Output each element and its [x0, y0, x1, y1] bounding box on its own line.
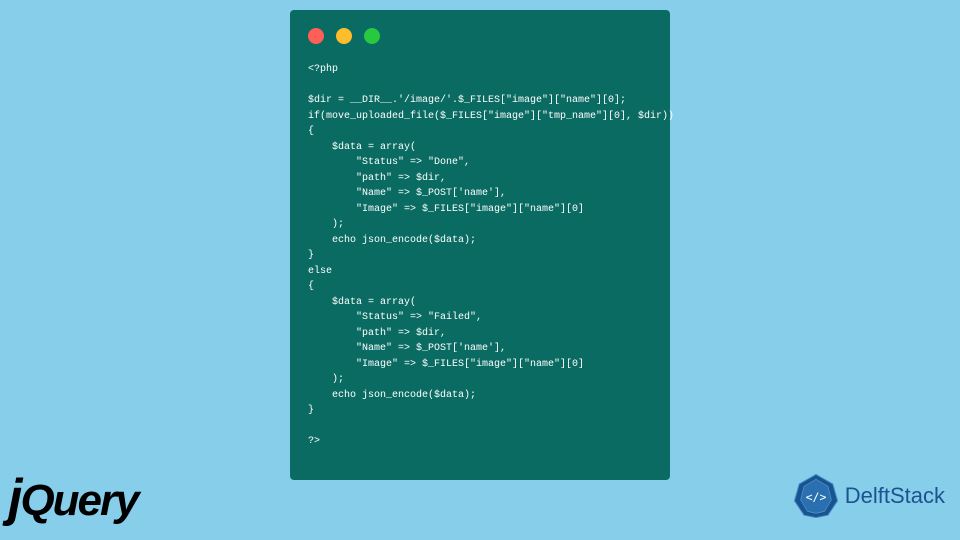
code-line: }	[308, 250, 314, 261]
code-line: {	[308, 126, 314, 137]
code-line: $data = array(	[308, 297, 416, 308]
code-line: );	[308, 374, 344, 385]
code-line: if(move_uploaded_file($_FILES["image"]["…	[308, 111, 674, 122]
delftstack-icon: </>	[792, 472, 840, 520]
code-line: {	[308, 281, 314, 292]
close-dot	[308, 28, 324, 44]
code-line: "Status" => "Done",	[308, 157, 470, 168]
code-line: <?php	[308, 64, 338, 75]
minimize-dot	[336, 28, 352, 44]
code-line: "Status" => "Failed",	[308, 312, 482, 323]
code-content: <?php $dir = __DIR__.'/image/'.$_FILES["…	[308, 62, 652, 450]
code-line: "path" => $dir,	[308, 328, 446, 339]
jquery-logo: jQuery	[8, 468, 138, 528]
window-controls	[308, 28, 652, 44]
code-line: echo json_encode($data);	[308, 235, 476, 246]
code-window: <?php $dir = __DIR__.'/image/'.$_FILES["…	[290, 10, 670, 480]
code-line: "Name" => $_POST['name'],	[308, 343, 506, 354]
code-line: "path" => $dir,	[308, 173, 446, 184]
delftstack-text: DelftStack	[845, 483, 945, 509]
code-line: $dir = __DIR__.'/image/'.$_FILES["image"…	[308, 95, 626, 106]
code-line: ?>	[308, 436, 320, 447]
maximize-dot	[364, 28, 380, 44]
jquery-text: Query	[20, 476, 137, 525]
code-line: "Image" => $_FILES["image"]["name"][0]	[308, 359, 584, 370]
code-line: "Name" => $_POST['name'],	[308, 188, 506, 199]
code-line: "Image" => $_FILES["image"]["name"][0]	[308, 204, 584, 215]
code-line: $data = array(	[308, 142, 416, 153]
delftstack-logo: </> DelftStack	[792, 472, 945, 520]
code-line: echo json_encode($data);	[308, 390, 476, 401]
svg-text:</>: </>	[805, 490, 826, 504]
code-line: );	[308, 219, 344, 230]
code-line: }	[308, 405, 314, 416]
code-line: else	[308, 266, 332, 277]
